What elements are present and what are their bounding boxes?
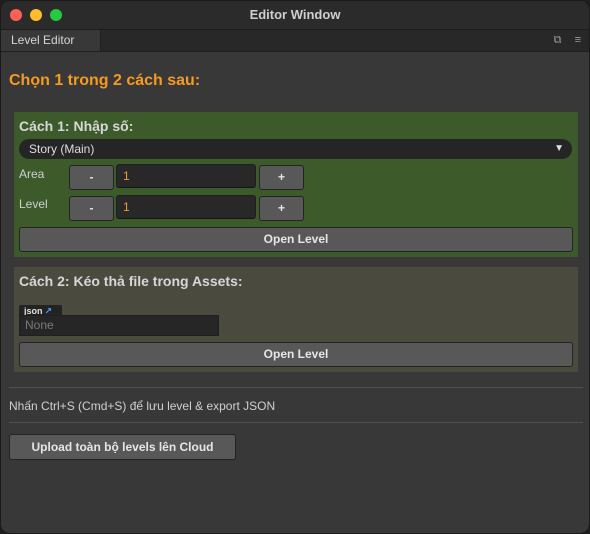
level-label: Level <box>19 197 48 211</box>
dropdown-arrow-icon: ▼ <box>554 143 564 154</box>
area-increment-button[interactable]: + <box>259 165 304 190</box>
tab-actions: ⧉ ≡ <box>544 34 581 47</box>
page-heading: Chọn 1 trong 2 cách sau: <box>9 72 201 89</box>
level-input[interactable]: 1 <box>116 195 256 219</box>
method1-panel: Cách 1: Nhập số: Story (Main) ▼ Area - 1… <box>14 112 578 257</box>
window-title: Editor Window <box>249 7 341 22</box>
mode-dropdown[interactable]: Story (Main) ▼ <box>19 139 572 159</box>
open-level-button-1[interactable]: Open Level <box>19 227 573 252</box>
divider-2 <box>9 422 583 423</box>
maximize-icon[interactable]: ⧉ <box>554 34 562 46</box>
method1-title: Cách 1: Nhập số: <box>19 118 134 134</box>
tab-level-editor[interactable]: Level Editor <box>1 30 101 51</box>
editor-window: Editor Window Level Editor ⧉ ≡ Chọn 1 tr… <box>0 0 590 534</box>
title-bar: Editor Window <box>1 1 589 30</box>
method2-panel: Cách 2: Kéo thả file trong Assets: json ↗… <box>14 267 578 372</box>
open-level-button-2[interactable]: Open Level <box>19 342 573 367</box>
upload-levels-button[interactable]: Upload toàn bộ levels lên Cloud <box>9 434 236 460</box>
area-decrement-button[interactable]: - <box>69 165 114 190</box>
json-object-field[interactable]: None <box>19 315 219 336</box>
mode-dropdown-value: Story (Main) <box>29 142 95 156</box>
area-label: Area <box>19 167 45 181</box>
save-hint: Nhấn Ctrl+S (Cmd+S) để lưu level & expor… <box>9 399 276 413</box>
divider-1 <box>9 387 583 388</box>
area-input[interactable]: 1 <box>116 164 256 188</box>
level-increment-button[interactable]: + <box>259 196 304 221</box>
tab-bar: Level Editor ⧉ ≡ <box>1 30 589 52</box>
method2-title: Cách 2: Kéo thả file trong Assets: <box>19 273 243 289</box>
editor-content: Chọn 1 trong 2 cách sau: Cách 1: Nhập số… <box>1 52 589 533</box>
level-decrement-button[interactable]: - <box>69 196 114 221</box>
menu-icon[interactable]: ≡ <box>575 34 581 46</box>
